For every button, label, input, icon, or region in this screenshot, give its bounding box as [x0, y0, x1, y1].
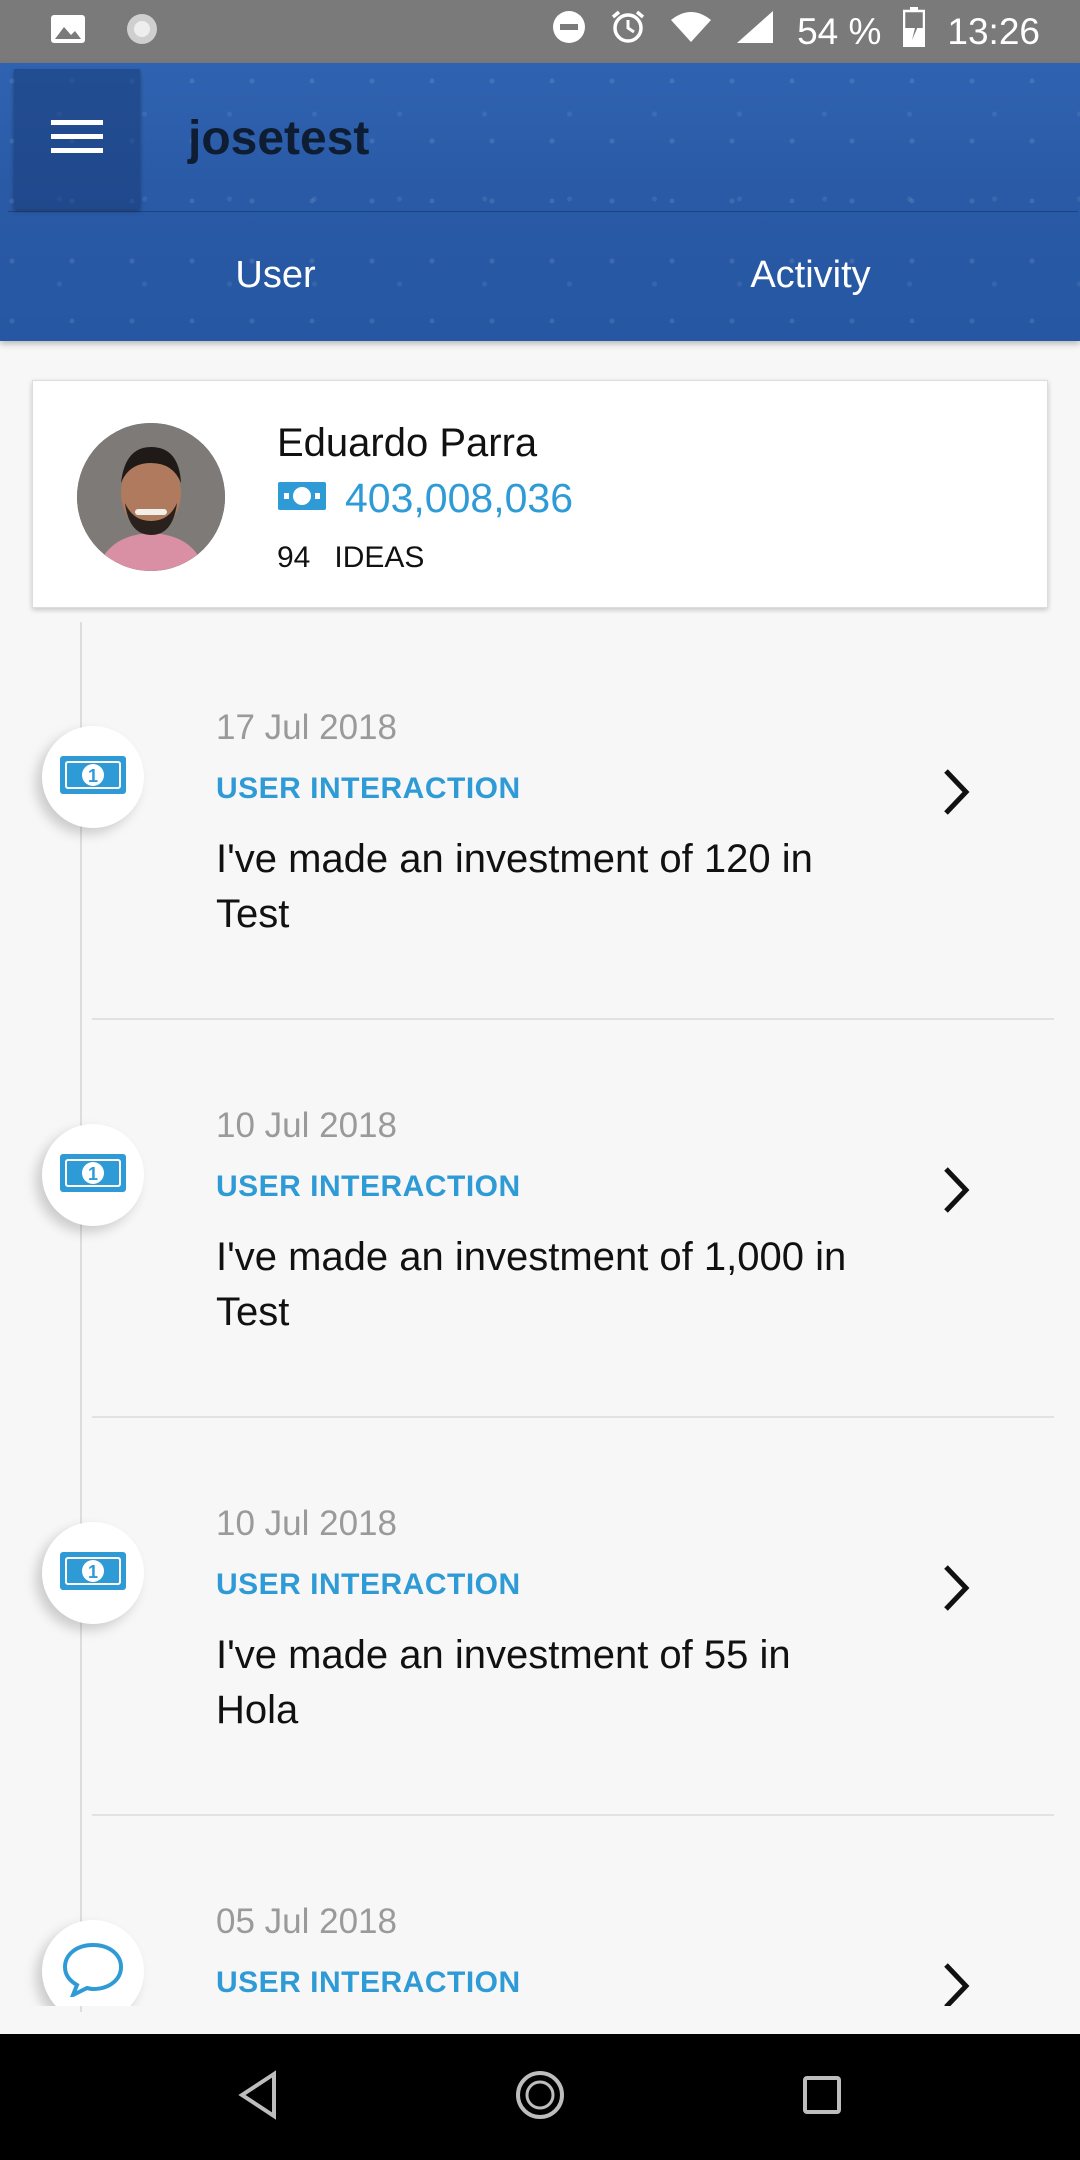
svg-text:1: 1: [88, 1164, 98, 1184]
image-icon: [50, 14, 86, 49]
do-not-disturb-icon: [551, 9, 587, 54]
entry-icon: 1: [42, 1124, 144, 1226]
hamburger-menu-icon: [51, 118, 103, 161]
entry-text: I've made an investment of 55 in Hola: [216, 1633, 791, 1732]
ideas-number: 94: [277, 541, 311, 574]
profile-card[interactable]: Eduardo Parra 403,008,036 94 IDEAS: [32, 380, 1048, 608]
entry-icon: [42, 1920, 144, 2006]
entry-date: 10 Jul 2018: [216, 1504, 397, 1543]
clock: 13:26: [947, 10, 1040, 52]
tab-activity[interactable]: Activity: [543, 212, 1078, 339]
entry-text: I've made an investment of 1,000 in Test: [216, 1235, 847, 1334]
timeline-entry[interactable]: 05 Jul 2018 USER INTERACTION: [0, 1816, 1080, 2006]
alarm-icon: [609, 8, 647, 55]
entry-type: USER INTERACTION: [216, 1966, 521, 1999]
profile-balance: 403,008,036: [277, 475, 573, 522]
battery-icon: [903, 7, 926, 56]
wifi-icon: [669, 10, 713, 53]
avatar[interactable]: [77, 423, 225, 571]
entry-date: 10 Jul 2018: [216, 1106, 397, 1145]
app-bar: josetest User Activity: [0, 63, 1080, 341]
entry-icon: 1: [42, 726, 144, 828]
ideas-count: 94 IDEAS: [277, 541, 424, 575]
timeline-entry[interactable]: 1 10 Jul 2018 USER INTERACTION I've made…: [0, 1418, 1080, 1816]
entry-type: USER INTERACTION: [216, 772, 521, 805]
comment-icon: [61, 1941, 125, 2002]
money-bill-icon: 1: [58, 1549, 128, 1598]
entry-text: I've made an investment of 120 in Test: [216, 837, 813, 936]
money-bill-icon: [277, 475, 327, 522]
tab-user[interactable]: User: [8, 212, 543, 339]
chevron-right-icon[interactable]: [936, 1160, 976, 1220]
navigation-bar: [0, 2034, 1080, 2160]
page-title: josetest: [188, 112, 370, 165]
entry-type: USER INTERACTION: [216, 1568, 521, 1601]
entry-date: 05 Jul 2018: [216, 1902, 397, 1941]
chevron-right-icon[interactable]: [936, 762, 976, 822]
chevron-right-icon[interactable]: [936, 1956, 976, 2006]
money-bill-icon: 1: [58, 753, 128, 802]
svg-text:1: 1: [88, 766, 98, 786]
timeline-entry[interactable]: 1 10 Jul 2018 USER INTERACTION I've made…: [0, 1020, 1080, 1418]
balance-value: 403,008,036: [345, 475, 574, 521]
entry-type: USER INTERACTION: [216, 1170, 521, 1203]
menu-button[interactable]: [14, 69, 140, 209]
sync-icon: [124, 11, 160, 52]
battery-percent: 54 %: [797, 10, 882, 52]
back-icon[interactable]: [236, 2069, 280, 2125]
status-bar: 54 % 13:26: [0, 0, 1080, 63]
recents-icon[interactable]: [800, 2073, 844, 2122]
svg-text:1: 1: [88, 1562, 98, 1582]
tab-bar: User Activity: [8, 211, 1078, 339]
entry-date: 17 Jul 2018: [216, 708, 397, 747]
ideas-label: IDEAS: [334, 541, 425, 574]
signal-icon: [735, 9, 775, 54]
chevron-right-icon[interactable]: [936, 1558, 976, 1618]
money-bill-icon: 1: [58, 1151, 128, 1200]
home-icon[interactable]: [513, 2068, 567, 2127]
entry-icon: 1: [42, 1522, 144, 1624]
timeline-entry[interactable]: 1 17 Jul 2018 USER INTERACTION I've made…: [0, 622, 1080, 1020]
profile-name: Eduardo Parra: [277, 421, 538, 465]
